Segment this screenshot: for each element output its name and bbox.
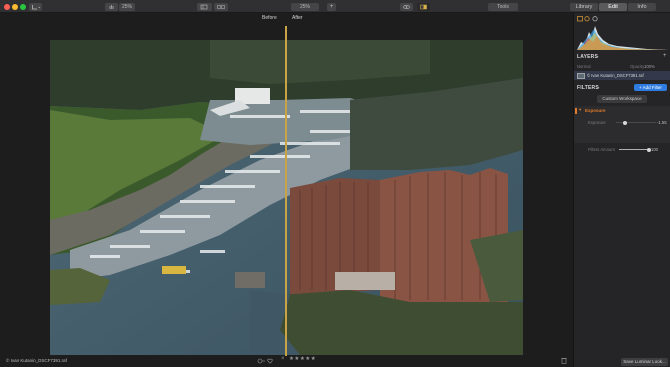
tools-label: Tools — [497, 4, 509, 10]
add-layer-icon[interactable]: + — [663, 53, 667, 59]
sidebar-icon — [200, 4, 208, 10]
eye-icon — [403, 4, 410, 10]
settings-icon[interactable] — [593, 16, 599, 22]
blend-mode-select[interactable]: Normal — [577, 64, 591, 69]
after-label: After — [292, 15, 303, 21]
heart-icon[interactable] — [267, 357, 274, 365]
tab-library-label: Library — [575, 4, 593, 10]
reject-icon[interactable]: × — [281, 356, 285, 362]
layer-thumbnail — [577, 72, 585, 79]
workspace-label: Custom Workspace — [602, 96, 642, 101]
layer-name: © Ivan Kutanin_DSCF7391.raf — [587, 73, 644, 78]
close-window-icon[interactable] — [4, 3, 10, 10]
save-luminar-look-button[interactable]: Save Luminar Look... — [621, 358, 668, 366]
flag-icon[interactable] — [257, 357, 264, 365]
collapse-chevron-icon[interactable]: ▾ — [579, 107, 581, 113]
filter-active-marker — [575, 108, 577, 114]
layers-menu-chevron-icon[interactable]: › — [597, 54, 599, 59]
star-rating[interactable]: ★★★★★ — [289, 356, 316, 362]
histogram — [577, 24, 668, 50]
exposure-value[interactable]: -1.55 — [657, 120, 667, 125]
hand-icon — [109, 5, 114, 9]
filters-amount-fill — [619, 149, 649, 150]
tab-edit-label: Edit — [608, 4, 618, 10]
preview-toggle-button[interactable] — [400, 3, 413, 11]
filters-amount-slider[interactable] — [619, 147, 651, 152]
before-after-button[interactable] — [417, 3, 430, 11]
image-canvas: Before After — [0, 13, 573, 367]
exposure-slider-knob[interactable] — [622, 120, 627, 125]
split-view-icon — [420, 4, 427, 10]
zoom-dropdown-value: 25% — [121, 4, 132, 10]
save-luminar-look-label: Save Luminar Look... — [623, 359, 666, 364]
clipping-warning-icon[interactable] — [585, 16, 591, 22]
tab-edit[interactable]: Edit — [599, 3, 627, 11]
zoom-percent-value: 25% — [299, 4, 310, 10]
top-toolbar: 25% 25% + Tools Library Edit Info — [0, 0, 670, 13]
filters-title: FILTERS — [577, 85, 599, 91]
tab-library[interactable]: Library — [570, 3, 598, 11]
tools-dropdown[interactable]: Tools — [488, 3, 518, 11]
layer-row[interactable]: © Ivan Kutanin_DSCF7391.raf — [574, 71, 670, 80]
zoom-dropdown[interactable]: 25% — [119, 3, 135, 11]
minimize-window-icon[interactable] — [12, 3, 18, 10]
trash-icon[interactable] — [561, 357, 567, 366]
histogram-toggle-icon[interactable] — [577, 16, 583, 22]
photo-preview[interactable] — [50, 40, 523, 355]
maximize-window-icon[interactable] — [20, 3, 26, 10]
import-icon — [32, 5, 41, 10]
exposure-title: Exposure — [585, 108, 606, 113]
workspace-dropdown[interactable]: Custom Workspace — [597, 95, 647, 103]
opacity-value[interactable]: 100% — [644, 64, 655, 69]
before-label: Before — [262, 15, 277, 21]
aerial-marina-image — [50, 40, 523, 355]
import-button[interactable] — [29, 3, 42, 11]
compare-icon — [217, 5, 225, 9]
bottom-status-bar: © Ivan Kutanin_DSCF7391.raf × ★★★★★ — [0, 354, 573, 367]
exposure-label: Exposure — [588, 120, 606, 125]
filename-label: © Ivan Kutanin_DSCF7391.raf — [6, 358, 67, 363]
zoom-in-button[interactable]: + — [327, 3, 336, 11]
add-filter-label: + Add Filter — [639, 85, 662, 90]
filters-amount-label: Filters Amount — [588, 147, 615, 152]
zoom-percent-field[interactable]: 25% — [291, 3, 319, 11]
before-after-divider[interactable] — [285, 26, 287, 356]
opacity-label: Opacity — [630, 64, 645, 69]
exposure-filter: ▾ Exposure Exposure -1.55 — [574, 106, 670, 143]
zoom-in-label: + — [329, 4, 334, 10]
filters-menu-chevron-icon[interactable]: › — [598, 85, 600, 90]
add-filter-button[interactable]: + Add Filter — [634, 84, 667, 91]
sidebar-toggle-button[interactable] — [197, 3, 212, 11]
right-panel: LAYERS › + Normal Opacity 100% © Ivan Ku… — [573, 13, 670, 367]
exposure-slider[interactable] — [616, 120, 656, 125]
layers-title: LAYERS — [577, 54, 599, 60]
compare-button[interactable] — [214, 3, 228, 11]
tab-info-label: Info — [637, 4, 647, 10]
zoom-tool-button[interactable] — [105, 3, 118, 11]
tab-info[interactable]: Info — [628, 3, 656, 11]
filters-amount-value[interactable]: 100 — [651, 147, 658, 152]
